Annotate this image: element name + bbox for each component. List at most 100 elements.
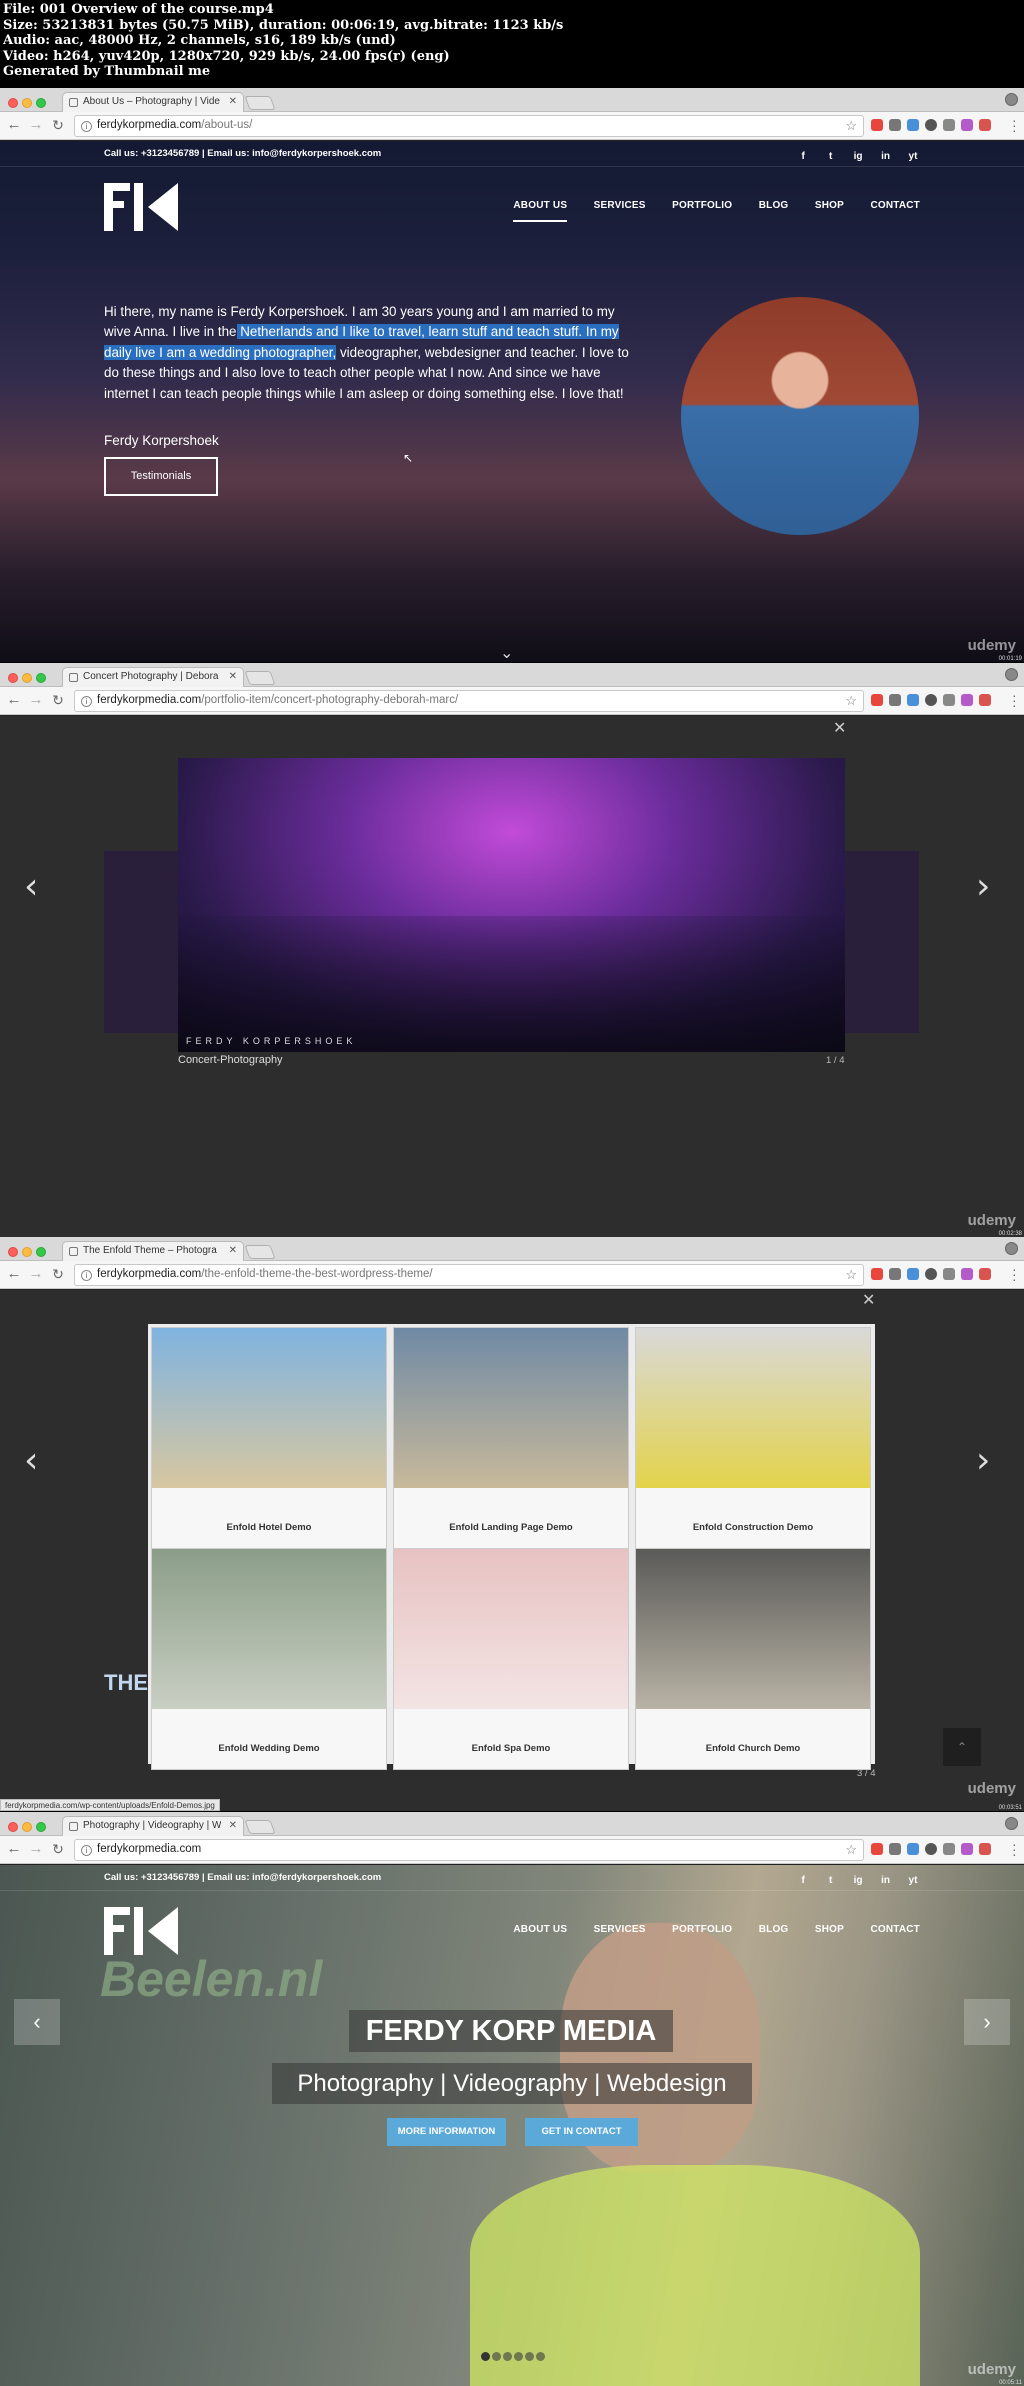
scroll-to-top-button[interactable]: ⌃ xyxy=(943,1728,981,1766)
menu-dots-icon[interactable]: · · · xyxy=(1012,1262,1017,1286)
youtube-icon[interactable]: yt xyxy=(906,151,920,162)
extension-icon[interactable] xyxy=(943,694,955,706)
menu-dots-icon[interactable]: · · · xyxy=(1012,688,1017,712)
bookmark-star-icon[interactable]: ☆ xyxy=(845,693,857,709)
extension-icon[interactable] xyxy=(979,119,991,131)
next-arrow-icon[interactable]: › xyxy=(976,866,990,907)
address-bar[interactable]: i ferdykorpmedia.com/portfolio-item/conc… xyxy=(74,690,864,712)
bookmark-star-icon[interactable]: ☆ xyxy=(845,1267,857,1283)
close-tab-icon[interactable]: ✕ xyxy=(229,1245,237,1256)
extension-icon[interactable] xyxy=(961,1268,973,1280)
browser-tab[interactable]: About Us – Photography | Vide ✕ xyxy=(62,92,244,112)
prev-arrow-icon[interactable]: ‹ xyxy=(24,1440,38,1481)
next-slide-icon[interactable]: › xyxy=(964,1999,1010,2045)
extension-icon[interactable] xyxy=(907,694,919,706)
extension-icon[interactable] xyxy=(925,1843,937,1855)
nav-shop[interactable]: SHOP xyxy=(815,1924,844,1935)
linkedin-icon[interactable]: in xyxy=(879,151,893,162)
facebook-icon[interactable]: f xyxy=(796,151,810,162)
close-icon[interactable]: ✕ xyxy=(862,1290,875,1310)
extension-icon[interactable] xyxy=(907,1843,919,1855)
nav-contact[interactable]: CONTACT xyxy=(870,200,920,211)
address-bar[interactable]: i ferdykorpmedia.com/the-enfold-theme-th… xyxy=(74,1264,864,1286)
get-in-contact-button[interactable]: GET IN CONTACT xyxy=(525,2118,638,2146)
browser-tab[interactable]: The Enfold Theme – Photogra ✕ xyxy=(62,1241,244,1261)
close-tab-icon[interactable]: ✕ xyxy=(229,1820,237,1831)
twitter-icon[interactable]: t xyxy=(824,151,838,162)
window-controls[interactable] xyxy=(8,1244,50,1262)
forward-arrow-icon[interactable]: → xyxy=(28,117,44,133)
window-controls[interactable] xyxy=(8,1819,50,1837)
menu-dots-icon[interactable]: · · · xyxy=(1012,1837,1017,1861)
extension-icon[interactable] xyxy=(961,119,973,131)
address-bar[interactable]: i ferdykorpmedia.com/about-us/ ☆ xyxy=(74,115,864,137)
instagram-icon[interactable]: ig xyxy=(851,1875,865,1886)
bookmark-star-icon[interactable]: ☆ xyxy=(845,118,857,134)
menu-dots-icon[interactable]: · · · xyxy=(1012,113,1017,137)
back-arrow-icon[interactable]: ← xyxy=(6,1841,22,1857)
youtube-icon[interactable]: yt xyxy=(906,1875,920,1886)
facebook-icon[interactable]: f xyxy=(796,1875,810,1886)
next-arrow-icon[interactable]: › xyxy=(976,1440,990,1481)
instagram-icon[interactable]: ig xyxy=(851,151,865,162)
extension-icon[interactable] xyxy=(961,694,973,706)
address-bar[interactable]: i ferdykorpmedia.com ☆ xyxy=(74,1839,864,1861)
extension-icon[interactable] xyxy=(889,694,901,706)
forward-arrow-icon[interactable]: → xyxy=(28,1266,44,1282)
browser-tab[interactable]: Photography | Videography | W ✕ xyxy=(62,1816,244,1836)
browser-tab[interactable]: Concert Photography | Debora ✕ xyxy=(62,667,244,687)
nav-blog[interactable]: BLOG xyxy=(759,1924,789,1935)
back-arrow-icon[interactable]: ← xyxy=(6,1266,22,1282)
reload-icon[interactable]: ↻ xyxy=(50,1266,66,1282)
extension-icon[interactable] xyxy=(907,1268,919,1280)
slide-dot[interactable] xyxy=(503,2352,512,2361)
profile-icon[interactable] xyxy=(1005,668,1018,681)
extension-icon[interactable] xyxy=(943,119,955,131)
fk-logo[interactable] xyxy=(104,183,178,231)
fk-logo[interactable] xyxy=(104,1907,178,1955)
slide-dot[interactable] xyxy=(525,2352,534,2361)
extension-icon[interactable] xyxy=(943,1268,955,1280)
slide-dot[interactable] xyxy=(514,2352,523,2361)
profile-icon[interactable] xyxy=(1005,93,1018,106)
nav-blog[interactable]: BLOG xyxy=(759,200,789,211)
linkedin-icon[interactable]: in xyxy=(879,1875,893,1886)
extension-icon[interactable] xyxy=(889,1843,901,1855)
extension-icon[interactable] xyxy=(871,1843,883,1855)
nav-shop[interactable]: SHOP xyxy=(815,200,844,211)
close-icon[interactable]: ✕ xyxy=(833,718,846,738)
new-tab-button[interactable] xyxy=(244,96,276,110)
testimonials-button[interactable]: Testimonials xyxy=(104,457,218,496)
info-icon[interactable]: i xyxy=(81,1845,92,1856)
extension-icon[interactable] xyxy=(925,694,937,706)
back-arrow-icon[interactable]: ← xyxy=(6,692,22,708)
new-tab-button[interactable] xyxy=(244,1820,276,1834)
extension-icon[interactable] xyxy=(925,119,937,131)
forward-arrow-icon[interactable]: → xyxy=(28,1841,44,1857)
prev-arrow-icon[interactable]: ‹ xyxy=(24,866,38,907)
extension-icon[interactable] xyxy=(943,1843,955,1855)
window-controls[interactable] xyxy=(8,95,50,113)
nav-services[interactable]: SERVICES xyxy=(594,1924,646,1935)
slide-dot[interactable] xyxy=(492,2352,501,2361)
extension-icon[interactable] xyxy=(979,694,991,706)
nav-about-us[interactable]: ABOUT US xyxy=(513,200,568,222)
back-arrow-icon[interactable]: ← xyxy=(6,117,22,133)
extension-icon[interactable] xyxy=(889,1268,901,1280)
close-tab-icon[interactable]: ✕ xyxy=(229,96,237,107)
extension-icon[interactable] xyxy=(979,1268,991,1280)
new-tab-button[interactable] xyxy=(244,671,276,685)
profile-icon[interactable] xyxy=(1005,1817,1018,1830)
new-tab-button[interactable] xyxy=(244,1245,276,1259)
chevron-down-icon[interactable]: ⌄ xyxy=(500,643,513,662)
extension-icon[interactable] xyxy=(961,1843,973,1855)
extension-icon[interactable] xyxy=(871,119,883,131)
window-controls[interactable] xyxy=(8,670,50,688)
extension-icon[interactable] xyxy=(871,694,883,706)
nav-portfolio[interactable]: PORTFOLIO xyxy=(672,200,732,211)
profile-icon[interactable] xyxy=(1005,1242,1018,1255)
slide-dot[interactable] xyxy=(536,2352,545,2361)
info-icon[interactable]: i xyxy=(81,1270,92,1281)
nav-about-us[interactable]: ABOUT US xyxy=(513,1924,567,1935)
nav-contact[interactable]: CONTACT xyxy=(870,1924,920,1935)
